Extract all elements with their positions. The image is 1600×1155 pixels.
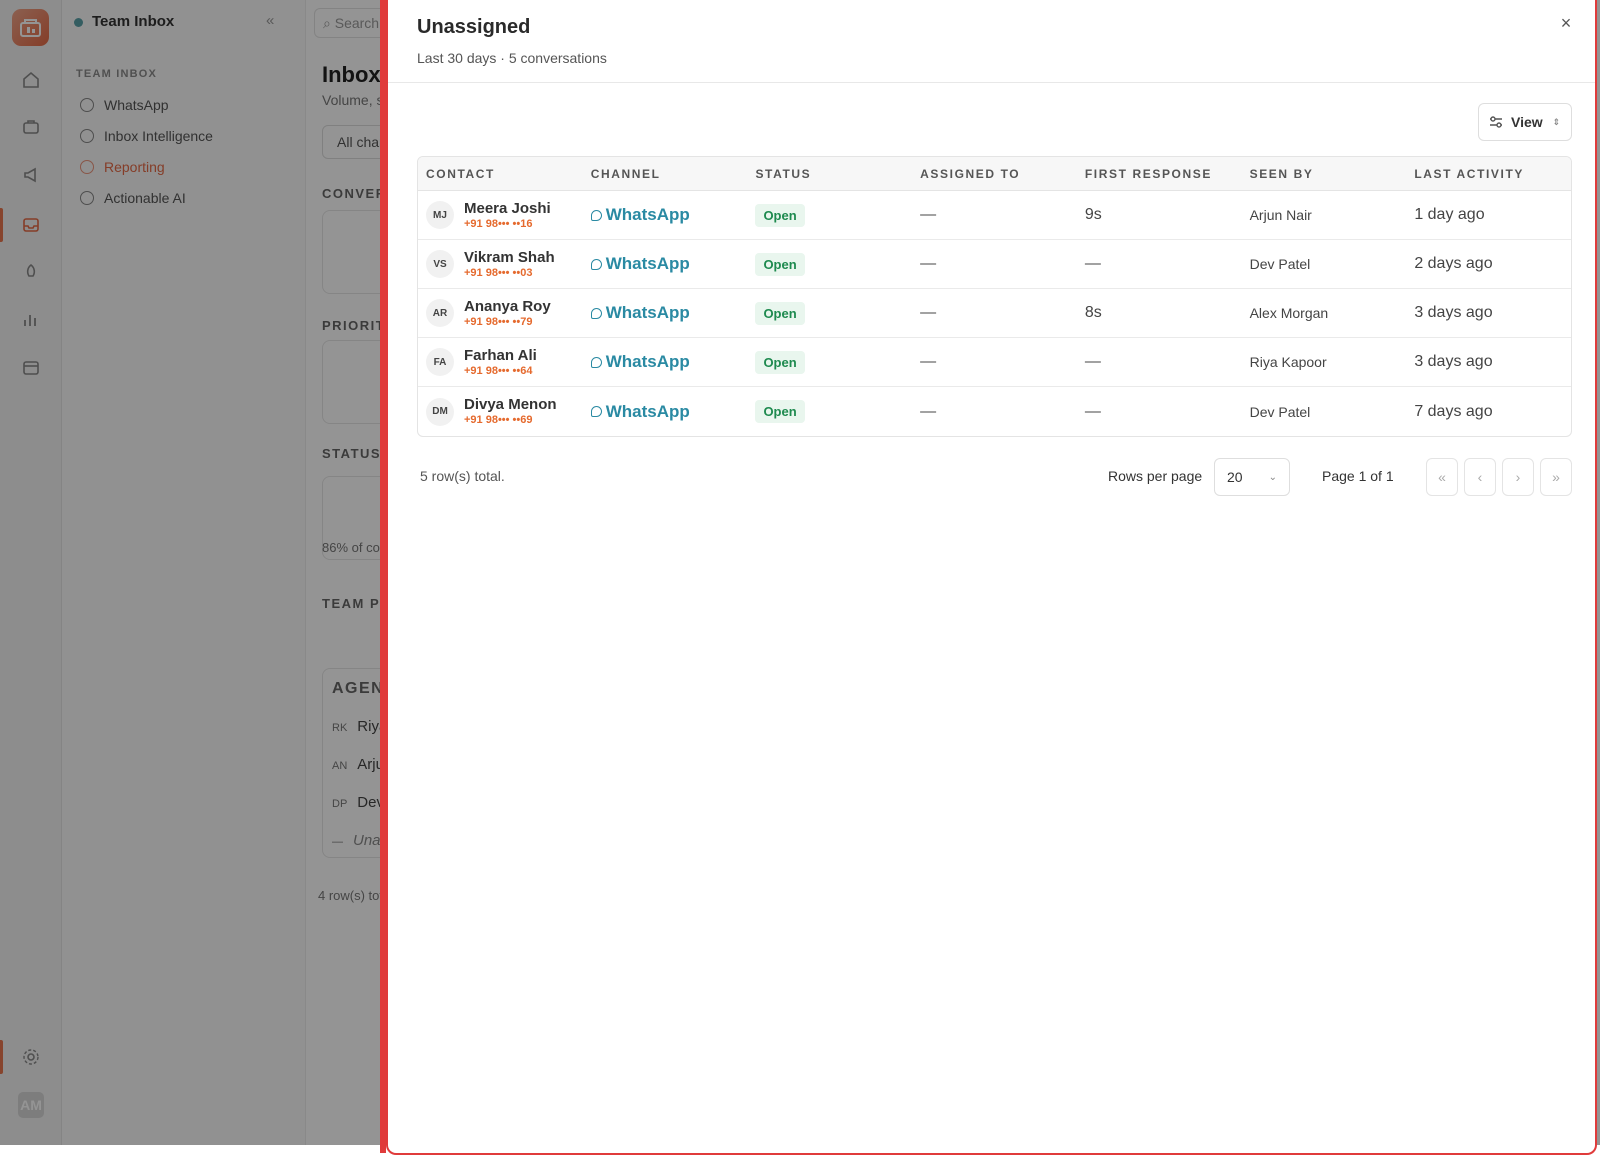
next-page-button[interactable]: › [1502, 458, 1534, 496]
table-row[interactable]: FA Farhan Ali +91 98••• ••64 WhatsApp Ope… [418, 338, 1571, 387]
column-header[interactable]: FIRST RESPONSE [1077, 167, 1242, 181]
chat-bubble-icon [590, 356, 602, 368]
rows-per-page-select[interactable]: 20 ⌄ [1214, 458, 1290, 496]
close-icon[interactable]: × [1555, 12, 1577, 34]
assigned-to: — [920, 255, 937, 272]
rows-total: 5 row(s) total. [420, 468, 505, 484]
channel-link[interactable]: WhatsApp [590, 303, 748, 323]
first-response: 8s [1084, 304, 1102, 321]
view-label: View [1511, 114, 1543, 130]
contact-phone: +91 98••• ••69 [464, 414, 533, 426]
contact-phone: +91 98••• ••03 [464, 266, 533, 279]
table-row[interactable]: AR Ananya Roy +91 98••• ••79 WhatsApp Ope… [418, 289, 1571, 338]
last-activity: 3 days ago [1414, 353, 1493, 370]
rows-per-page-value: 20 [1227, 469, 1243, 485]
first-response: — [1084, 402, 1101, 420]
avatar: FA [426, 348, 454, 376]
column-header[interactable]: STATUS [747, 167, 912, 181]
avatar: VS [426, 250, 454, 278]
chat-bubble-icon [590, 307, 602, 319]
assigned-to: — [920, 402, 937, 420]
first-response: 9s [1084, 206, 1102, 223]
first-response: — [1084, 353, 1101, 370]
contact-name[interactable]: Vikram Shah [464, 249, 555, 266]
status-badge: Open [755, 252, 805, 276]
view-options-button[interactable]: View ⇕ [1478, 103, 1572, 141]
status-badge: Open [755, 203, 805, 227]
seen-by: Arjun Nair [1249, 207, 1312, 223]
contact-cell: FA Farhan Ali +91 98••• ••64 [418, 347, 583, 378]
last-activity: 1 day ago [1414, 206, 1485, 223]
channel-label: WhatsApp [605, 401, 690, 421]
channel-label: WhatsApp [605, 352, 690, 371]
channel-link[interactable]: WhatsApp [590, 205, 748, 225]
contact-cell: VS Vikram Shah +91 98••• ••03 [418, 249, 583, 280]
contact-phone: +91 98••• ••16 [464, 217, 533, 230]
channel-label: WhatsApp [605, 303, 690, 322]
table-row[interactable]: VS Vikram Shah +91 98••• ••03 WhatsApp Op… [418, 240, 1571, 289]
last-activity: 2 days ago [1414, 255, 1493, 272]
contact-cell: DM Divya Menon +91 98••• ••69 [418, 396, 583, 427]
status-badge: Open [755, 400, 805, 423]
contact-name[interactable]: Divya Menon [464, 396, 557, 413]
drawer-subtitle: Last 30 days · 5 conversations [417, 50, 607, 66]
rows-per-page-label: Rows per page [1108, 468, 1203, 484]
contact-cell: MJ Meera Joshi +91 98••• ••16 [418, 200, 583, 231]
table-header: CONTACT CHANNEL STATUS ASSIGNED TO FIRST… [418, 157, 1571, 191]
avatar: AR [426, 299, 454, 327]
avatar: MJ [426, 201, 454, 229]
unassigned-drawer: Unassigned Last 30 days · 5 conversation… [380, 0, 1597, 1155]
table-row[interactable]: MJ Meera Joshi +91 98••• ••16 WhatsApp Op… [418, 191, 1571, 240]
seen-by: Dev Patel [1249, 403, 1311, 420]
contact-name[interactable]: Ananya Roy [464, 298, 551, 315]
assigned-to: — [920, 206, 937, 223]
column-header[interactable]: SEEN BY [1242, 167, 1407, 181]
contact-cell: AR Ananya Roy +91 98••• ••79 [418, 298, 583, 329]
last-activity: 3 days ago [1414, 304, 1493, 321]
seen-by: Riya Kapoor [1249, 354, 1327, 370]
conversations-table: CONTACT CHANNEL STATUS ASSIGNED TO FIRST… [417, 156, 1572, 437]
drawer-title: Unassigned [417, 16, 531, 38]
channel-link[interactable]: WhatsApp [590, 254, 748, 274]
column-header[interactable]: ASSIGNED TO [912, 167, 1077, 181]
channel-link[interactable]: WhatsApp [590, 401, 748, 422]
last-activity: 7 days ago [1414, 402, 1493, 420]
column-header[interactable]: LAST ACTIVITY [1406, 167, 1571, 181]
column-header[interactable]: CONTACT [418, 167, 583, 181]
status-badge: Open [755, 301, 805, 325]
channel-label: WhatsApp [605, 254, 690, 273]
prev-page-button[interactable]: ‹ [1464, 458, 1496, 496]
avatar: DM [426, 397, 454, 426]
table-row[interactable]: DM Divya Menon +91 98••• ••69 WhatsApp Op… [418, 387, 1571, 436]
chat-bubble-icon [590, 209, 602, 221]
first-response: — [1084, 255, 1101, 272]
chat-bubble-icon [590, 406, 602, 417]
contact-phone: +91 98••• ••64 [464, 364, 533, 377]
channel-link[interactable]: WhatsApp [590, 352, 748, 372]
seen-by: Dev Patel [1249, 256, 1311, 272]
status-badge: Open [755, 350, 805, 374]
column-header[interactable]: CHANNEL [583, 167, 748, 181]
contact-name[interactable]: Meera Joshi [464, 200, 551, 217]
assigned-to: — [920, 304, 937, 321]
contact-phone: +91 98••• ••79 [464, 315, 533, 328]
last-page-button[interactable]: » [1540, 458, 1572, 496]
sliders-icon [1490, 116, 1502, 128]
channel-label: WhatsApp [605, 205, 690, 224]
first-page-button[interactable]: « [1426, 458, 1458, 496]
chevron-down-icon: ⌄ [1268, 471, 1277, 483]
contact-name[interactable]: Farhan Ali [464, 347, 537, 364]
seen-by: Alex Morgan [1249, 305, 1329, 321]
page-info: Page 1 of 1 [1322, 468, 1394, 484]
chevron-updown-icon: ⇕ [1552, 116, 1561, 127]
chat-bubble-icon [590, 258, 602, 270]
drawer-header: Unassigned Last 30 days · 5 conversation… [388, 0, 1595, 83]
assigned-to: — [920, 353, 937, 370]
